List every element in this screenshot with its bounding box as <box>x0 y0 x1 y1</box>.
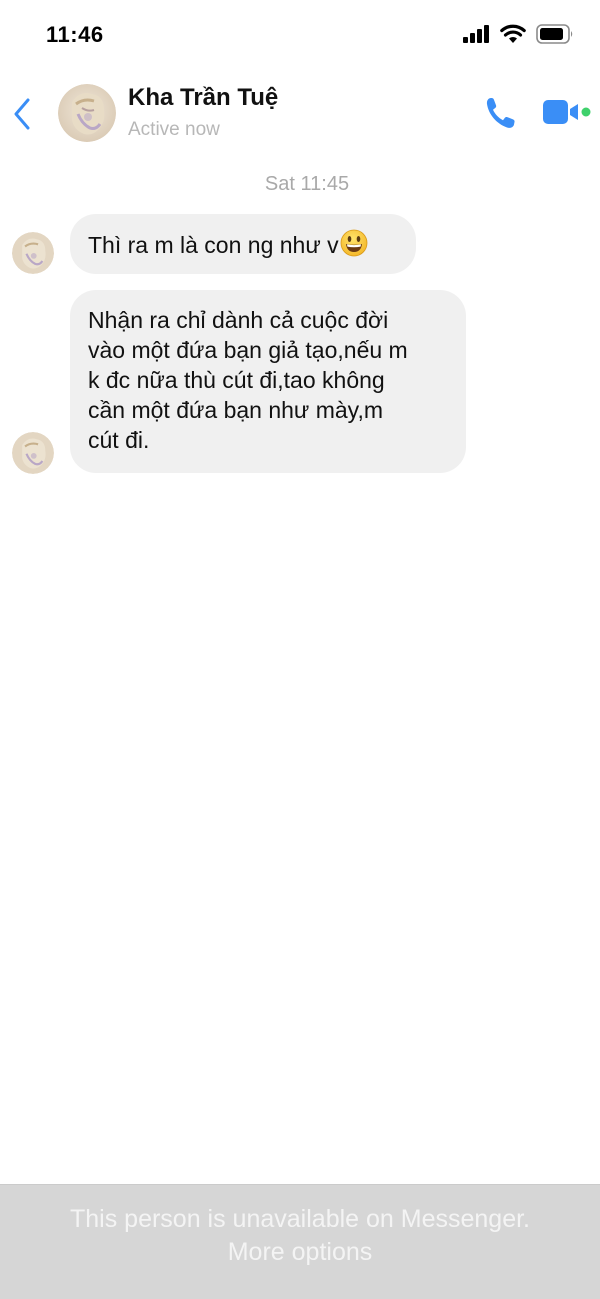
message-text-line: Nhận ra chỉ dành cả cuộc đời <box>88 307 389 333</box>
more-options-link[interactable]: More options <box>0 1238 600 1267</box>
unavailable-banner: This person is unavailable on Messenger.… <box>0 1184 600 1299</box>
chevron-left-icon <box>14 98 30 130</box>
message-text: Thì ra m là con ng như v <box>88 232 339 258</box>
voice-call-button[interactable] <box>484 96 516 130</box>
message-bubble[interactable]: Nhận ra chỉ dành cả cuộc đời vào một đứa… <box>70 290 466 473</box>
message-text-line: k đc nữa thù cút đi,tao không <box>88 367 385 393</box>
back-button[interactable] <box>8 94 36 134</box>
status-icons <box>462 24 574 44</box>
cellular-signal-icon <box>463 25 489 43</box>
video-camera-icon <box>543 100 593 124</box>
battery-icon <box>536 24 573 44</box>
contact-status: Active now <box>128 119 220 140</box>
status-bar: 11:46 <box>0 0 600 72</box>
unavailable-notice: This person is unavailable on Messenger. <box>70 1205 530 1233</box>
message-avatar <box>12 432 54 474</box>
message-text-line: cút đi. <box>88 427 150 453</box>
message-timestamp: Sat 11:45 <box>264 173 350 195</box>
message-avatar <box>12 232 54 274</box>
messenger-chat-screen: 11:46 Kha Trần Tuệ Active now Sat 11:45 … <box>0 0 600 1299</box>
message-text-line: vào một đứa bạn giả tạo,nếu m <box>88 337 408 363</box>
grinning-face-emoji-icon <box>340 229 368 264</box>
video-call-button[interactable] <box>541 98 593 126</box>
status-time: 11:46 <box>46 22 104 47</box>
phone-icon <box>486 98 515 128</box>
message-text-line: cần một đứa bạn như mày,m <box>88 397 384 423</box>
contact-avatar[interactable] <box>58 84 116 142</box>
chat-header: Kha Trần Tuệ Active now <box>0 72 600 162</box>
contact-name[interactable]: Kha Trần Tuệ <box>128 84 278 112</box>
message-bubble[interactable]: Thì ra m là con ng như v <box>70 214 416 274</box>
wifi-icon <box>500 24 526 43</box>
